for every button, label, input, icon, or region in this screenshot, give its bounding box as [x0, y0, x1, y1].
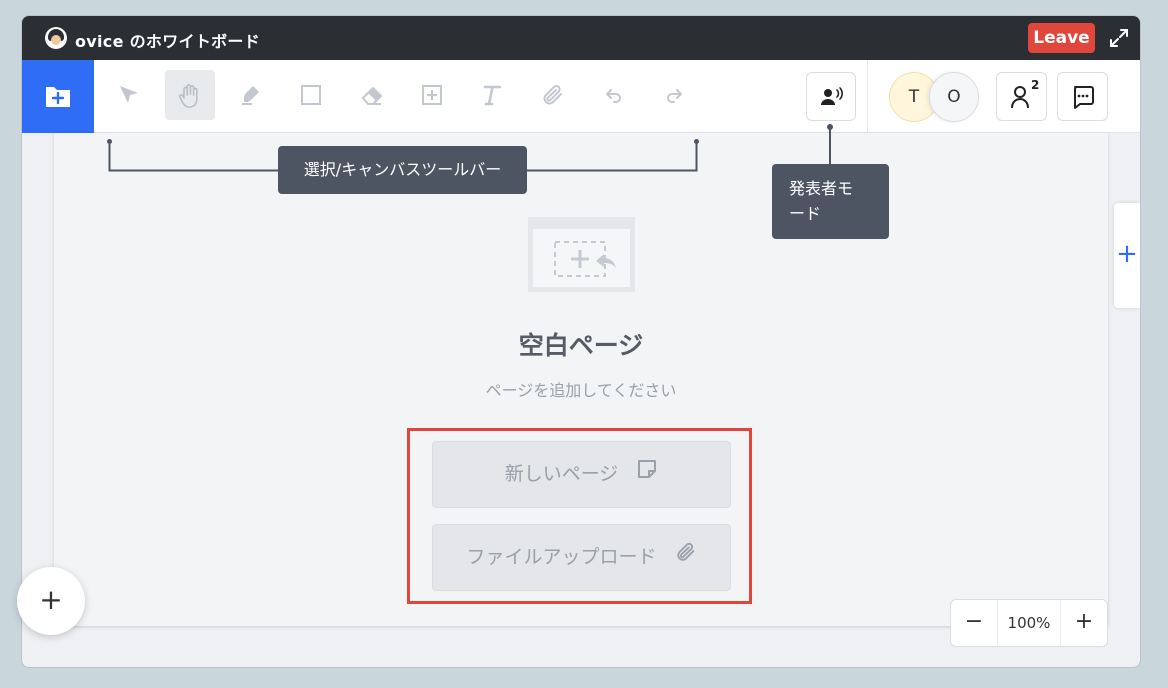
folder-add-icon	[46, 87, 70, 107]
blank-page-illustration-icon	[528, 217, 635, 292]
window-title: ovice のホワイトボード	[75, 32, 261, 51]
pen-tool-button[interactable]	[226, 70, 276, 120]
blank-page-title: 空白ページ	[518, 331, 644, 360]
title-bar: ovice のホワイトボード Leave	[22, 16, 1140, 60]
canvas-toolbar: T O 2	[22, 60, 1140, 133]
chat-button[interactable]	[1057, 72, 1108, 121]
presenter-tooltip-line: 発表者モ	[789, 179, 854, 198]
undo-button[interactable]	[589, 70, 639, 120]
eraser-tool-button[interactable]	[346, 70, 396, 120]
text-tool-button[interactable]	[467, 70, 517, 120]
square-icon	[301, 85, 321, 105]
presenter-tooltip-line: ード	[789, 204, 822, 223]
undo-icon	[606, 89, 621, 103]
zoom-in-button[interactable]: +	[1061, 600, 1107, 646]
redo-icon	[667, 89, 682, 103]
add-page-fab-button[interactable]: +	[17, 567, 85, 635]
redo-button[interactable]	[649, 70, 699, 120]
zoom-control: − 100% +	[950, 599, 1108, 647]
text-icon	[483, 85, 502, 106]
select-tool-button[interactable]	[104, 70, 154, 120]
add-frame-tool-button[interactable]	[407, 70, 457, 120]
add-side-panel-button[interactable]: +	[1114, 203, 1140, 308]
blank-page-subtitle: ページを追加してください	[485, 381, 677, 400]
file-upload-button[interactable]: ファイルアップロード	[432, 524, 731, 591]
participant-count: 2	[1031, 78, 1040, 92]
leave-button[interactable]: Leave	[1028, 23, 1095, 53]
zoom-level: 100%	[997, 600, 1061, 646]
paperclip-icon	[675, 525, 697, 590]
presenter-icon	[821, 87, 843, 105]
page-list-button[interactable]	[22, 60, 94, 133]
attach-tool-button[interactable]	[528, 70, 578, 120]
new-page-button[interactable]: 新しいページ	[432, 441, 731, 508]
eraser-icon	[362, 87, 382, 105]
chat-icon	[1074, 86, 1094, 109]
toolbar-tooltip: 選択/キャンバスツールバー	[278, 146, 527, 194]
participants-button[interactable]: 2	[996, 72, 1047, 121]
paperclip-icon	[543, 85, 562, 105]
add-frame-icon	[422, 85, 442, 105]
avatar[interactable]: O	[929, 72, 979, 122]
ovice-logo-icon	[45, 27, 67, 49]
hand-icon	[178, 84, 198, 108]
hand-tool-button[interactable]	[165, 70, 215, 120]
presenter-mode-button[interactable]	[806, 72, 856, 121]
new-page-label: 新しいページ	[504, 463, 619, 485]
rectangle-tool-button[interactable]	[286, 70, 336, 120]
whiteboard-window: ovice のホワイトボード Leave T O 2 空白ページ ページを追加し…	[22, 16, 1140, 667]
expand-icon[interactable]	[1108, 27, 1130, 49]
file-upload-label: ファイルアップロード	[466, 546, 657, 568]
toolbar-divider	[867, 60, 868, 133]
cursor-icon	[120, 86, 138, 103]
marker-icon	[242, 86, 259, 105]
presenter-leader-line	[827, 124, 833, 166]
zoom-out-button[interactable]: −	[951, 600, 997, 646]
presenter-tooltip: 発表者モ ード	[772, 164, 889, 239]
note-icon	[636, 442, 658, 507]
